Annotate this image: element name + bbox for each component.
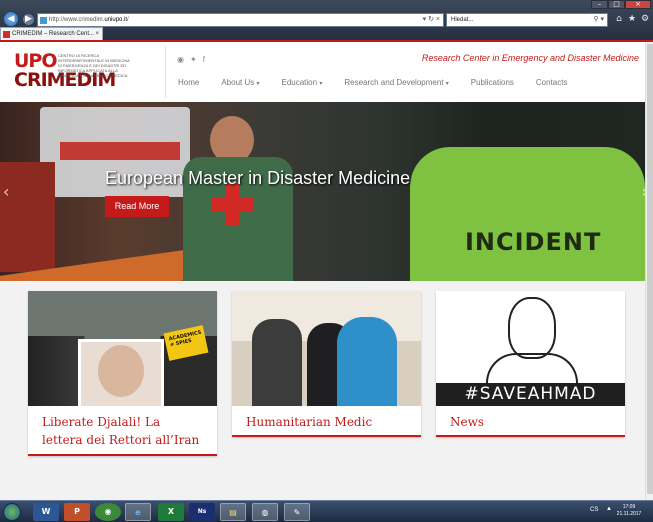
menu-label: Contacts <box>535 78 568 87</box>
excel-icon[interactable]: X <box>158 503 184 521</box>
tray-expand-icon[interactable]: ▲ <box>606 506 612 512</box>
card-drawing-body <box>486 353 578 383</box>
card-accent-bar <box>436 435 625 437</box>
clock-time: 17:09 <box>622 504 636 510</box>
card-image[interactable]: ACADEMICS ≠ SPIES <box>28 291 217 406</box>
word-icon[interactable]: W <box>33 503 59 521</box>
network-icon[interactable]: ◍ <box>252 503 278 521</box>
rss-icon[interactable]: ◉ <box>177 55 184 64</box>
news-card[interactable]: ACADEMICS ≠ SPIES Liberate Djalali! La l… <box>28 291 217 456</box>
close-window-button[interactable]: × <box>625 0 651 9</box>
tab-close-icon[interactable]: × <box>95 28 99 40</box>
social-links: ◉ ✦ f <box>177 55 205 64</box>
menu-label: Education <box>281 78 318 87</box>
card-title[interactable]: News <box>436 406 625 431</box>
powerpoint-icon[interactable]: P <box>64 503 90 521</box>
card-photo-person <box>337 317 397 406</box>
tab-title: CRIMEDIM – Research Cent... <box>12 31 95 37</box>
minimize-button[interactable]: – <box>591 0 608 9</box>
card-photo-face <box>98 345 144 397</box>
internet-explorer-icon[interactable]: e <box>125 503 151 521</box>
hero-photo-stripe <box>60 142 180 160</box>
hero-slider: INCIDENT European Master in Disaster Med… <box>0 102 653 281</box>
url-suffix: / <box>127 17 129 23</box>
hero-photo-vest-text: INCIDENT <box>465 228 602 256</box>
menu-item-contacts[interactable]: Contacts <box>525 77 579 90</box>
logo[interactable]: UPO CRIMEDIM CENTRO DI RICERCA INTERDIPA… <box>14 50 138 92</box>
window-controls: – □ × <box>591 0 651 9</box>
refresh-icon[interactable]: ▾ ↻ × <box>423 14 440 26</box>
header-divider <box>165 46 166 98</box>
system-clock[interactable]: 17:09 21.11.2017 <box>614 504 644 518</box>
forward-icon[interactable]: ▶ <box>22 13 35 26</box>
paint-icon[interactable]: ✎ <box>284 503 310 521</box>
site-favicon-icon <box>40 17 47 24</box>
menu-label: Publications <box>470 78 514 87</box>
logo-subtext: CENTRO DI RICERCA INTERDIPARTIMENTALE IN… <box>58 53 130 78</box>
red-cross-icon-bar <box>211 198 253 212</box>
url-prefix: http://www.crimedim. <box>49 17 105 23</box>
card-drawing-face <box>508 297 556 359</box>
card-image-hashtag: #SAVEAHMAD <box>436 383 625 406</box>
hero-title: European Master in Disaster Medicine <box>105 168 411 188</box>
chrome-icon[interactable]: ◉ <box>95 503 121 521</box>
card-title[interactable]: Humanitarian Medic <box>232 406 421 431</box>
site-header: UPO CRIMEDIM CENTRO DI RICERCA INTERDIPA… <box>0 42 653 102</box>
card-title[interactable]: Liberate Djalali! La lettera dei Rettori… <box>28 406 217 449</box>
facebook-icon[interactable]: f <box>203 55 205 64</box>
menu-item-publications[interactable]: Publications <box>460 77 525 90</box>
menu-item-research[interactable]: Research and Development ▾ <box>333 77 459 90</box>
news-card[interactable]: #SAVEAHMAD News <box>436 291 625 437</box>
read-more-button[interactable]: Read More <box>105 196 169 217</box>
slider-prev-icon[interactable]: ‹ <box>3 182 9 201</box>
caret-down-icon: ▾ <box>256 81 260 87</box>
hero-photo-incident-vest <box>410 147 645 281</box>
keyboard-language[interactable]: CS <box>590 507 598 513</box>
search-placeholder: Hledat... <box>451 17 474 23</box>
start-button[interactable] <box>3 503 21 521</box>
file-explorer-icon[interactable]: ▤ <box>220 503 246 521</box>
address-bar[interactable]: http://www.crimedim.uniupo.it/ ▾ ↻ × <box>37 13 444 27</box>
card-photo-person <box>252 319 302 406</box>
menu-label: About Us <box>221 78 255 87</box>
gear-icon[interactable]: ⚙ <box>640 14 650 24</box>
tab-favicon-icon <box>3 31 10 38</box>
browser-toolbar: – □ × ◀ ▶ http://www.crimedim.uniupo.it/… <box>0 0 653 40</box>
tab-crimedim[interactable]: CRIMEDIM – Research Cent... × <box>0 27 103 40</box>
card-image[interactable]: #SAVEAHMAD <box>436 291 625 406</box>
taskbar: W P ◉ e X Ns ▤ ◍ ✎ CS ▲ 17:09 21.11.2017 <box>0 500 653 522</box>
maximize-button[interactable]: □ <box>608 0 625 9</box>
menu-item-education[interactable]: Education ▾ <box>271 77 334 90</box>
twitter-icon[interactable]: ✦ <box>190 55 197 64</box>
menu-item-home[interactable]: Home <box>167 77 210 90</box>
hero-photo-shape <box>0 162 55 272</box>
main-menu: Home About Us ▾ Education ▾ Research and… <box>167 77 578 90</box>
vertical-scrollbar[interactable] <box>645 42 653 500</box>
clock-date: 21.11.2017 <box>616 511 642 517</box>
search-input[interactable]: Hledat... ⚲ ▾ <box>446 13 608 27</box>
card-image[interactable] <box>232 291 421 406</box>
caret-down-icon: ▾ <box>445 81 449 87</box>
back-icon[interactable]: ◀ <box>3 11 19 27</box>
caret-down-icon: ▾ <box>319 81 323 87</box>
search-icon[interactable]: ⚲ ▾ <box>593 14 604 26</box>
nexon-icon[interactable]: Ns <box>189 503 215 521</box>
card-accent-bar <box>232 435 421 437</box>
url-domain: uniupo.it <box>104 17 128 23</box>
home-icon[interactable]: ⌂ <box>614 14 624 24</box>
news-card[interactable]: Humanitarian Medic <box>232 291 421 437</box>
scrollbar-thumb[interactable] <box>647 44 653 494</box>
menu-label: Home <box>178 78 200 87</box>
card-accent-bar <box>28 454 217 456</box>
menu-item-about-us[interactable]: About Us ▾ <box>210 77 270 90</box>
menu-label: Research and Development <box>344 78 444 87</box>
site-tagline: Research Center in Emergency and Disaste… <box>421 53 639 63</box>
content-area: ACADEMICS ≠ SPIES Liberate Djalali! La l… <box>0 281 653 500</box>
star-icon[interactable]: ★ <box>627 14 637 24</box>
